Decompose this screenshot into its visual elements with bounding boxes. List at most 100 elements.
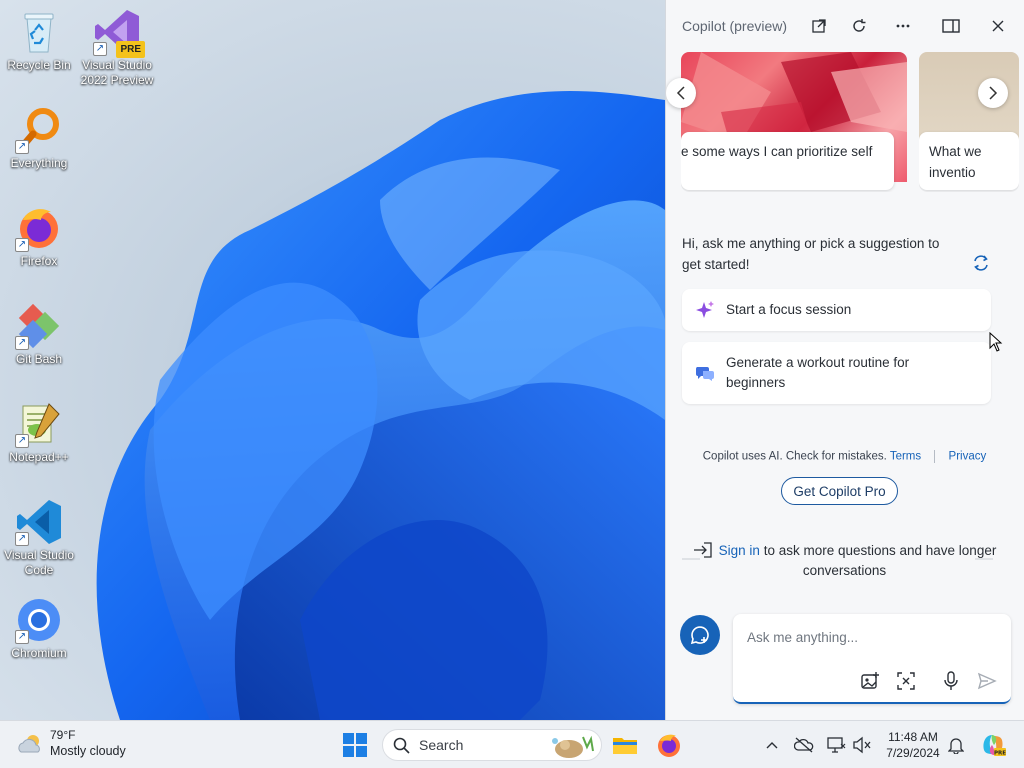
onedrive-offline-icon[interactable] (794, 735, 814, 755)
chat-input[interactable] (747, 626, 997, 648)
card-caption-line: What we (929, 144, 982, 159)
svg-text:PRE: PRE (994, 751, 1006, 757)
terms-link[interactable]: Terms (890, 451, 921, 463)
weather-desc: Mostly cloudy (50, 744, 126, 758)
desktop-icon-label: Recycle Bin (7, 58, 71, 72)
preview-badge: PRE (116, 41, 145, 58)
notepad-plus-plus-icon: ↗ (15, 400, 63, 448)
desktop-icon-label: Firefox (20, 254, 58, 268)
add-image-icon[interactable] (859, 670, 881, 692)
copilot-header: Copilot (preview) (666, 0, 1024, 52)
suggestion-chip-focus[interactable]: Start a focus session (682, 289, 991, 331)
desktop-icon-label: Everything (10, 156, 68, 170)
signin-text: to ask more questions and have longer co… (763, 543, 997, 578)
sparkle-icon (696, 301, 714, 318)
shortcut-arrow-icon: ↗ (15, 532, 29, 546)
chevron-right-icon (989, 86, 998, 100)
firefox-taskbar-icon[interactable] (656, 732, 682, 758)
signin-prompt: Sign in to ask more questions and have l… (682, 541, 1007, 581)
divider (934, 450, 936, 463)
clock-date: 7/29/2024 (886, 746, 940, 760)
taskbar-clock[interactable]: 11:48 AM 7/29/2024 (878, 729, 948, 761)
file-explorer-icon[interactable] (612, 732, 638, 758)
desktop-icon-chromium[interactable]: ↗ Chromium (0, 596, 78, 661)
search-highlight-art-icon (552, 735, 594, 758)
search-icon (393, 737, 410, 754)
shortcut-arrow-icon: ↗ (15, 630, 29, 644)
everything-search-icon: ↗ (15, 106, 63, 154)
desktop-icon-visual-studio-preview[interactable]: PRE ↗ Visual Studio 2022 Preview (78, 8, 156, 88)
clock-time: 11:48 AM (888, 730, 938, 744)
card-caption: What we inventio (919, 132, 1019, 190)
carousel-next-button[interactable] (978, 78, 1008, 108)
shortcut-arrow-icon: ↗ (15, 140, 29, 154)
shortcut-arrow-icon: ↗ (15, 434, 29, 448)
windows-logo-icon (343, 733, 367, 757)
suggestion-label: Start a focus session (726, 302, 852, 317)
carousel-card[interactable]: e some ways I can prioritize self (681, 52, 907, 192)
desktop-icon-label: Visual Studio 2022 Preview (80, 58, 154, 87)
start-button[interactable] (343, 733, 367, 757)
copilot-title: Copilot (preview) (682, 18, 788, 34)
carousel-prev-button[interactable] (666, 78, 696, 108)
chat-bubbles-icon (695, 367, 714, 381)
privacy-link[interactable]: Privacy (949, 451, 987, 463)
suggestion-carousel: e some ways I can prioritize self What w… (666, 52, 1024, 197)
chromium-icon: ↗ (15, 596, 63, 644)
desktop-icon-recycle-bin[interactable]: Recycle Bin (0, 8, 78, 73)
weather-temp: 79°F (50, 728, 76, 742)
wallpaper-bloom (96, 91, 665, 720)
volume-muted-icon[interactable] (852, 735, 872, 755)
shortcut-arrow-icon: ↗ (93, 42, 107, 56)
search-label: Search (419, 737, 464, 753)
suggestion-label: Generate a workout routine for beginners (726, 355, 910, 390)
close-icon[interactable] (986, 14, 1010, 38)
disclaimer-text: Copilot uses AI. Check for mistakes. (702, 450, 887, 463)
desktop: Recycle Bin PRE ↗ Visual Studio 2022 Pre… (0, 0, 665, 720)
open-in-new-icon[interactable] (807, 14, 831, 38)
split-view-icon[interactable] (939, 14, 963, 38)
refresh-icon[interactable] (847, 14, 871, 38)
disclaimer: Copilot uses AI. Check for mistakes. Ter… (682, 450, 1007, 463)
copilot-panel: Copilot (preview) e some ways I can prio… (665, 0, 1024, 720)
microphone-icon[interactable] (940, 670, 962, 692)
git-bash-icon: ↗ (15, 302, 63, 350)
desktop-icon-label: Git Bash (15, 352, 63, 366)
vscode-icon: ↗ (15, 498, 63, 546)
recycle-bin-icon (15, 8, 63, 56)
taskbar: 79°F Mostly cloudy Search 11:48 AM 7/29/… (0, 720, 1024, 768)
firefox-icon: ↗ (15, 204, 63, 252)
more-icon[interactable] (891, 14, 915, 38)
card-caption-line: inventio (929, 165, 976, 180)
new-topic-button[interactable] (680, 615, 720, 655)
desktop-icon-notepad-plus-plus[interactable]: ↗ Notepad++ (0, 400, 78, 465)
card-caption: e some ways I can prioritize self (681, 132, 894, 190)
visual-studio-preview-icon: PRE ↗ (93, 8, 145, 58)
carousel-card[interactable]: What we inventio (919, 52, 1019, 192)
desktop-icon-git-bash[interactable]: ↗ Git Bash (0, 302, 78, 367)
network-icon[interactable] (826, 735, 846, 755)
sign-in-link[interactable]: Sign in (719, 543, 760, 558)
send-icon[interactable] (976, 670, 998, 692)
weather-widget[interactable]: 79°F Mostly cloudy (16, 728, 126, 759)
desktop-icon-label: Visual Studio Code (4, 548, 74, 577)
suggestion-chip-workout[interactable]: Generate a workout routine for beginners (682, 342, 991, 404)
chevron-up-icon[interactable] (762, 735, 782, 755)
cloudy-weather-icon (18, 734, 40, 752)
shortcut-arrow-icon: ↗ (15, 238, 29, 252)
screenshot-icon[interactable] (895, 670, 917, 692)
taskbar-search[interactable]: Search (382, 729, 602, 761)
sign-in-icon (693, 542, 712, 558)
desktop-icon-label: Chromium (11, 646, 67, 660)
notification-bell-icon[interactable] (946, 735, 966, 755)
copilot-taskbar-icon[interactable]: PRE (980, 732, 1006, 758)
chat-input-box (733, 614, 1011, 704)
desktop-icon-everything[interactable]: ↗ Everything (0, 106, 78, 171)
new-chat-icon (690, 626, 709, 645)
shortcut-arrow-icon: ↗ (15, 336, 29, 350)
greeting-text: Hi, ask me anything or pick a suggestion… (682, 236, 940, 272)
desktop-icon-firefox[interactable]: ↗ Firefox (0, 204, 78, 269)
get-copilot-pro-button[interactable]: Get Copilot Pro (781, 477, 898, 505)
desktop-icon-vscode[interactable]: ↗ Visual Studio Code (0, 498, 78, 578)
refresh-suggestions-icon[interactable] (971, 253, 991, 273)
